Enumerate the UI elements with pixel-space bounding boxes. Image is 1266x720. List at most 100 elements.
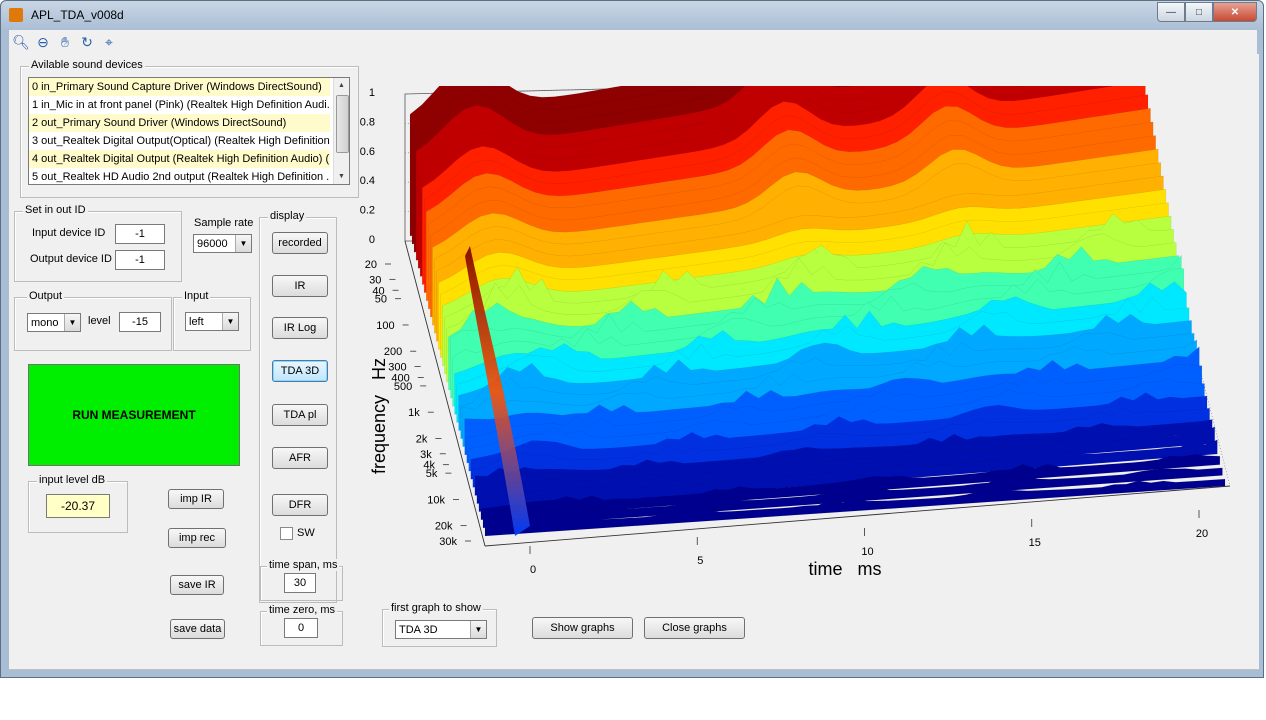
time-tick-label: 15 xyxy=(1029,537,1041,549)
output-title: Output xyxy=(27,290,65,302)
output-mode-value: mono xyxy=(31,317,59,329)
window-title: APL_TDA_v008d xyxy=(31,8,124,22)
output-device-field[interactable]: -1 xyxy=(115,250,165,270)
frequency-tick-label: 500 xyxy=(394,381,412,393)
close-button[interactable]: ✕ xyxy=(1213,2,1257,22)
display-tda-pl-button[interactable]: TDA pl xyxy=(272,404,328,426)
input-channel-value: left xyxy=(189,316,204,328)
time-span-field[interactable]: 30 xyxy=(284,573,316,593)
x-axis-label: time ms xyxy=(808,559,881,579)
maximize-button[interactable]: □ xyxy=(1185,2,1213,22)
z-tick-labels: 0 0.2 0.4 0.6 0.8 1 xyxy=(360,87,375,246)
display-ir-log-button[interactable]: IR Log xyxy=(272,317,328,339)
input-device-label: Input device ID xyxy=(32,227,106,239)
sample-rate-select[interactable]: 96000 ▼ xyxy=(193,234,252,253)
devices-panel-title: Avilable sound devices xyxy=(29,59,145,71)
device-item-5[interactable]: 5 out_Realtek HD Audio 2nd output (Realt… xyxy=(29,168,330,184)
save-data-button[interactable]: save data xyxy=(170,619,225,639)
display-ir-button[interactable]: IR xyxy=(272,275,328,297)
scroll-up-icon[interactable]: ▲ xyxy=(334,78,349,93)
waterfall-3d-plot[interactable]: 00.20.40.60.81 203040501002003004005001k… xyxy=(355,86,1245,586)
title-bar[interactable]: APL_TDA_v008d — □ ✕ xyxy=(1,1,1263,29)
display-dfr-button[interactable]: DFR xyxy=(272,494,328,516)
devices-scrollbar[interactable]: ▲ ▼ xyxy=(333,78,349,184)
time-tick-label: 20 xyxy=(1196,528,1208,540)
zoom-out-icon[interactable]: ⊖ xyxy=(33,32,53,52)
output-mode-select[interactable]: mono ▼ xyxy=(27,313,81,332)
time-tick-label: 5 xyxy=(697,555,703,567)
frequency-tick-label: 20 xyxy=(365,259,377,271)
level-label: level xyxy=(88,315,111,327)
y-axis-label: frequency Hz xyxy=(369,358,389,474)
chevron-down-icon[interactable]: ▼ xyxy=(235,235,251,252)
close-graphs-button[interactable]: Close graphs xyxy=(644,617,745,639)
device-item-4[interactable]: 4 out_Realtek Digital Output (Realtek Hi… xyxy=(29,150,330,168)
first-graph-label: first graph to show xyxy=(389,602,483,614)
chevron-down-icon[interactable]: ▼ xyxy=(222,313,238,330)
display-recorded-button[interactable]: recorded xyxy=(272,232,328,254)
input-title: Input xyxy=(182,290,211,302)
frequency-tick-label: 200 xyxy=(384,346,402,358)
set-io-panel: Set in out ID Input device ID -1 Output … xyxy=(14,204,182,282)
show-graphs-button[interactable]: Show graphs xyxy=(532,617,633,639)
waterfall-surface xyxy=(409,86,1226,537)
time-zero-field[interactable]: 0 xyxy=(284,618,318,638)
output-panel: Output mono ▼ level -15 xyxy=(14,290,172,351)
display-title: display xyxy=(268,210,307,222)
display-panel: display recorded IR IR Log TDA 3D TDA pl… xyxy=(259,210,337,603)
imp-rec-button[interactable]: imp rec xyxy=(168,528,226,548)
output-device-label: Output device ID xyxy=(30,253,112,265)
input-level-title: input level dB xyxy=(37,474,108,486)
input-channel-select[interactable]: left ▼ xyxy=(185,312,239,331)
minimize-button[interactable]: — xyxy=(1157,2,1185,22)
devices-listbox[interactable]: 0 in_Primary Sound Capture Driver (Windo… xyxy=(28,77,350,185)
device-item-1[interactable]: 1 in_Mic in at front panel (Pink) (Realt… xyxy=(29,96,330,114)
input-device-field[interactable]: -1 xyxy=(115,224,165,244)
frequency-tick-label: 10k xyxy=(427,494,445,506)
sw-label: SW xyxy=(297,527,315,539)
device-item-3[interactable]: 3 out_Realtek Digital Output(Optical) (R… xyxy=(29,132,330,150)
sample-rate-label: Sample rate xyxy=(194,217,254,229)
display-tda-3d-button[interactable]: TDA 3D xyxy=(272,360,328,382)
rotate-3d-icon[interactable]: ↻ xyxy=(77,32,97,52)
z-tick-label: 0.8 xyxy=(360,116,375,128)
z-tick-label: 0.2 xyxy=(360,205,375,217)
z-tick-label: 0.4 xyxy=(360,175,375,187)
chevron-down-icon[interactable]: ▼ xyxy=(470,621,486,638)
save-ir-button[interactable]: save IR xyxy=(170,575,224,595)
frequency-tick-label: 2k xyxy=(416,433,428,445)
display-afr-button[interactable]: AFR xyxy=(272,447,328,469)
matlab-app-icon xyxy=(9,8,23,22)
frequency-tick-label: 1k xyxy=(408,407,420,419)
frequency-tick-label: 20k xyxy=(435,521,453,533)
chevron-down-icon[interactable]: ▼ xyxy=(64,314,80,331)
z-tick-label: 1 xyxy=(369,87,375,99)
time-zero-label: time zero, ms xyxy=(267,604,338,616)
time-zero-panel: time zero, ms 0 xyxy=(260,604,343,646)
level-field[interactable]: -15 xyxy=(119,312,161,332)
z-tick-label: 0 xyxy=(369,234,375,246)
sample-rate-value: 96000 xyxy=(197,238,228,250)
imp-ir-button[interactable]: imp IR xyxy=(168,489,224,509)
scroll-thumb[interactable] xyxy=(336,95,349,153)
data-cursor-icon[interactable]: ⌖ xyxy=(99,32,119,52)
input-level-value: -20.37 xyxy=(46,494,110,518)
frequency-tick-label: 50 xyxy=(375,294,387,306)
pan-icon[interactable]: ✋︎ xyxy=(55,32,75,52)
zoom-in-icon[interactable]: 🔍︎ xyxy=(11,32,31,52)
first-graph-select[interactable]: TDA 3D ▼ xyxy=(395,620,487,639)
frequency-tick-label: 5k xyxy=(426,468,438,480)
time-span-panel: time span, ms 30 xyxy=(260,559,343,601)
time-span-label: time span, ms xyxy=(267,559,340,571)
set-io-title: Set in out ID xyxy=(23,204,88,216)
frequency-tick-label: 100 xyxy=(376,320,394,332)
scroll-down-icon[interactable]: ▼ xyxy=(334,169,349,184)
first-graph-panel: first graph to show TDA 3D ▼ xyxy=(382,602,497,647)
devices-panel: Avilable sound devices 0 in_Primary Soun… xyxy=(20,59,359,198)
run-measurement-button[interactable]: RUN MEASUREMENT xyxy=(28,364,240,466)
device-item-2[interactable]: 2 out_Primary Sound Driver (Windows Dire… xyxy=(29,114,330,132)
z-tick-label: 0.6 xyxy=(360,146,375,158)
sw-checkbox[interactable] xyxy=(280,527,293,540)
time-tick-label: 10 xyxy=(861,546,873,558)
device-item-0[interactable]: 0 in_Primary Sound Capture Driver (Windo… xyxy=(29,78,330,96)
